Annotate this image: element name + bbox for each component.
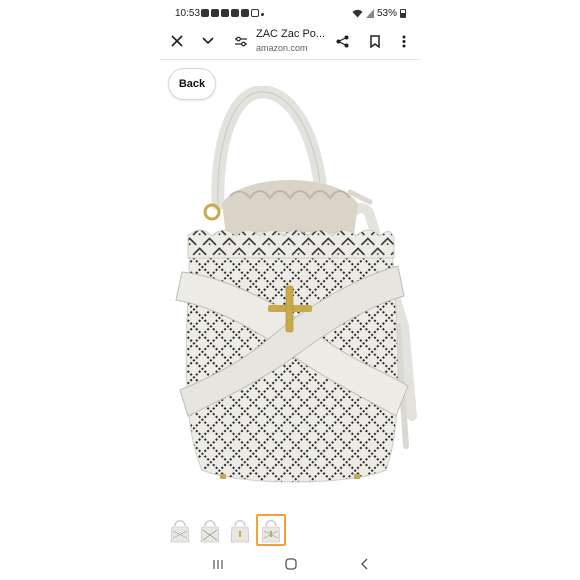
chevron-down-icon	[202, 37, 214, 45]
share-icon	[336, 35, 348, 47]
back-nav-button[interactable]	[354, 556, 374, 572]
status-right: 53%	[352, 8, 406, 19]
status-bar: 10:53 53%	[160, 6, 420, 22]
android-nav-bar	[160, 550, 420, 578]
bag-thumbnail-icon	[200, 520, 220, 543]
hand-icon	[231, 9, 239, 17]
thumbnail-1[interactable]	[166, 514, 194, 546]
bookmark-icon	[370, 34, 380, 48]
youtube-icon	[211, 9, 219, 17]
site-settings-button[interactable]	[231, 31, 251, 51]
battery-icon	[400, 9, 406, 18]
back-button[interactable]: Back	[168, 68, 216, 100]
more-options-button[interactable]	[394, 31, 414, 51]
signal-icon	[365, 9, 374, 18]
bag-thumbnail-icon	[261, 520, 281, 543]
product-image[interactable]	[160, 86, 420, 486]
tune-icon	[235, 36, 247, 46]
link-icon	[251, 9, 259, 17]
more-notifications-dot	[261, 13, 264, 16]
battery-percent: 53%	[376, 8, 397, 19]
back-arrow-icon	[361, 558, 368, 570]
home-button[interactable]	[281, 556, 301, 572]
youtube-icon	[221, 9, 229, 17]
notification-icons	[201, 9, 259, 17]
wifi-icon	[352, 9, 363, 18]
more-vert-icon	[402, 35, 406, 47]
close-button[interactable]	[167, 31, 187, 51]
photos-icon	[241, 9, 249, 17]
bag-thumbnail-icon	[170, 520, 190, 543]
thumbnail-4[interactable]	[256, 514, 286, 546]
browser-toolbar: ZAC Zac Po... amazon.com	[160, 24, 420, 58]
thumbnail-strip	[160, 513, 420, 547]
phone-screen: 10:53 53% ZAC Zac Po... amazon.com Back	[160, 0, 420, 580]
close-icon	[171, 35, 183, 47]
share-button[interactable]	[332, 31, 352, 51]
thumbnail-2[interactable]	[196, 514, 224, 546]
recent-apps-icon	[213, 559, 223, 569]
notification-icon	[201, 9, 209, 17]
status-time: 10:53	[175, 8, 201, 19]
bookmark-button[interactable]	[365, 31, 385, 51]
toolbar-divider	[160, 59, 420, 60]
minimize-button[interactable]	[198, 31, 218, 51]
recent-apps-button[interactable]	[208, 556, 228, 572]
thumbnail-3[interactable]	[226, 514, 254, 546]
bag-thumbnail-icon	[230, 520, 250, 543]
home-icon	[285, 558, 297, 570]
